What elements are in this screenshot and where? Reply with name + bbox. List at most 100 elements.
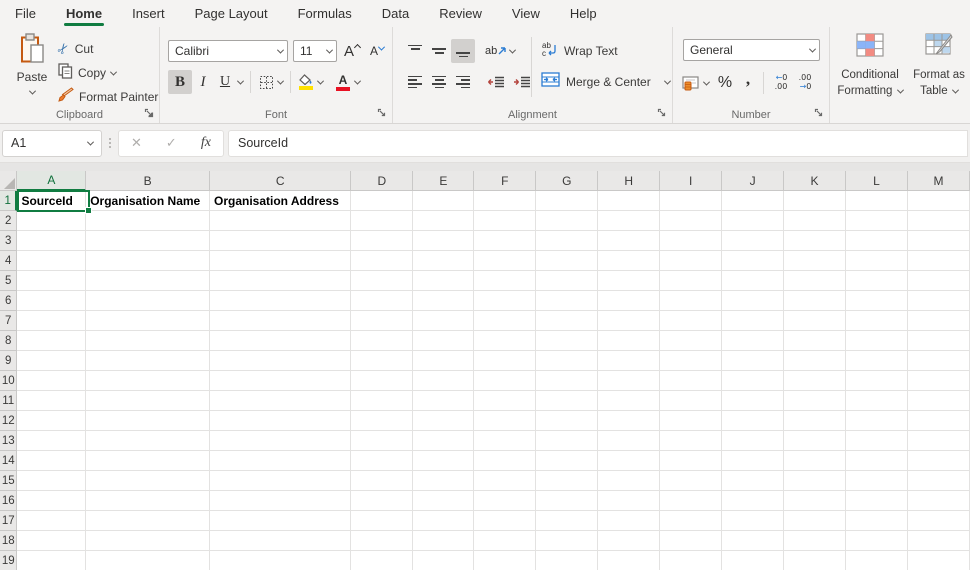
- cell-I8[interactable]: [660, 331, 722, 351]
- column-header-A[interactable]: A: [17, 171, 86, 191]
- cell-I19[interactable]: [660, 551, 722, 570]
- increase-font-size-button[interactable]: A: [342, 39, 362, 63]
- cell-L8[interactable]: [846, 331, 908, 351]
- cell-B9[interactable]: [86, 351, 210, 371]
- format-as-table-dropdown-icon[interactable]: [952, 86, 959, 93]
- cell-H14[interactable]: [598, 451, 660, 471]
- select-all-corner[interactable]: [0, 171, 17, 191]
- column-header-G[interactable]: G: [536, 171, 598, 191]
- cell-E1[interactable]: [413, 191, 474, 211]
- cell-A16[interactable]: [17, 491, 86, 511]
- cell-E18[interactable]: [413, 531, 474, 551]
- cell-J1[interactable]: [722, 191, 784, 211]
- row-header-1[interactable]: 1: [0, 191, 17, 211]
- cell-E2[interactable]: [413, 211, 474, 231]
- cell-F7[interactable]: [474, 311, 536, 331]
- cell-J8[interactable]: [722, 331, 784, 351]
- cell-C1[interactable]: Organisation Address: [210, 191, 351, 211]
- fill-color-button[interactable]: [296, 70, 316, 94]
- row-header-2[interactable]: 2: [0, 211, 17, 231]
- cell-C5[interactable]: [210, 271, 351, 291]
- cell-K9[interactable]: [784, 351, 846, 371]
- cell-L16[interactable]: [846, 491, 908, 511]
- percent-style-button[interactable]: %: [712, 71, 738, 95]
- column-header-J[interactable]: J: [722, 171, 784, 191]
- orientation-dropdown-icon[interactable]: [509, 46, 516, 53]
- cell-K1[interactable]: [784, 191, 846, 211]
- cell-C11[interactable]: [210, 391, 351, 411]
- row-header-9[interactable]: 9: [0, 351, 17, 371]
- cell-C3[interactable]: [210, 231, 351, 251]
- column-header-C[interactable]: C: [210, 171, 351, 191]
- row-header-12[interactable]: 12: [0, 411, 17, 431]
- cell-D1[interactable]: [351, 191, 413, 211]
- cell-E19[interactable]: [413, 551, 474, 570]
- tab-home[interactable]: Home: [51, 0, 117, 27]
- cell-G7[interactable]: [536, 311, 598, 331]
- alignment-dialog-launcher[interactable]: [656, 107, 668, 119]
- cell-D15[interactable]: [351, 471, 413, 491]
- cell-H5[interactable]: [598, 271, 660, 291]
- cell-I7[interactable]: [660, 311, 722, 331]
- cell-A11[interactable]: [17, 391, 86, 411]
- cell-K16[interactable]: [784, 491, 846, 511]
- cell-B11[interactable]: [86, 391, 210, 411]
- wrap-text-button[interactable]: ab c Wrap Text: [541, 39, 618, 63]
- cell-K8[interactable]: [784, 331, 846, 351]
- number-dialog-launcher[interactable]: [813, 107, 825, 119]
- cell-B12[interactable]: [86, 411, 210, 431]
- cell-K11[interactable]: [784, 391, 846, 411]
- cell-K13[interactable]: [784, 431, 846, 451]
- cell-K6[interactable]: [784, 291, 846, 311]
- cell-I2[interactable]: [660, 211, 722, 231]
- cell-E7[interactable]: [413, 311, 474, 331]
- cell-B8[interactable]: [86, 331, 210, 351]
- cell-H16[interactable]: [598, 491, 660, 511]
- cell-F10[interactable]: [474, 371, 536, 391]
- cell-F15[interactable]: [474, 471, 536, 491]
- cell-H2[interactable]: [598, 211, 660, 231]
- cell-H15[interactable]: [598, 471, 660, 491]
- cell-J5[interactable]: [722, 271, 784, 291]
- cell-D8[interactable]: [351, 331, 413, 351]
- cell-L5[interactable]: [846, 271, 908, 291]
- cell-L15[interactable]: [846, 471, 908, 491]
- cell-H19[interactable]: [598, 551, 660, 570]
- cell-M15[interactable]: [908, 471, 970, 491]
- fill-color-dropdown-icon[interactable]: [317, 77, 324, 84]
- cell-M18[interactable]: [908, 531, 970, 551]
- cell-M19[interactable]: [908, 551, 970, 570]
- cell-H8[interactable]: [598, 331, 660, 351]
- cell-C10[interactable]: [210, 371, 351, 391]
- cell-M3[interactable]: [908, 231, 970, 251]
- cell-H12[interactable]: [598, 411, 660, 431]
- cell-K18[interactable]: [784, 531, 846, 551]
- decrease-decimal-button[interactable]: .00→0: [793, 71, 817, 95]
- cell-F3[interactable]: [474, 231, 536, 251]
- cell-H9[interactable]: [598, 351, 660, 371]
- cell-E3[interactable]: [413, 231, 474, 251]
- name-box[interactable]: A1: [2, 130, 102, 157]
- cell-I3[interactable]: [660, 231, 722, 251]
- cell-G14[interactable]: [536, 451, 598, 471]
- tab-file[interactable]: File: [0, 0, 51, 27]
- cell-J9[interactable]: [722, 351, 784, 371]
- cell-A8[interactable]: [17, 331, 86, 351]
- cell-M1[interactable]: [908, 191, 970, 211]
- tab-help[interactable]: Help: [555, 0, 612, 27]
- cell-K2[interactable]: [784, 211, 846, 231]
- cell-B6[interactable]: [86, 291, 210, 311]
- cell-I17[interactable]: [660, 511, 722, 531]
- enter-icon[interactable]: ✓: [166, 135, 177, 151]
- cell-H13[interactable]: [598, 431, 660, 451]
- cell-H3[interactable]: [598, 231, 660, 251]
- cell-G13[interactable]: [536, 431, 598, 451]
- cell-F19[interactable]: [474, 551, 536, 570]
- merge-center-dropdown-icon[interactable]: [664, 77, 671, 84]
- cell-M13[interactable]: [908, 431, 970, 451]
- cell-L14[interactable]: [846, 451, 908, 471]
- row-header-11[interactable]: 11: [0, 391, 17, 411]
- cell-G9[interactable]: [536, 351, 598, 371]
- cell-L12[interactable]: [846, 411, 908, 431]
- cell-H7[interactable]: [598, 311, 660, 331]
